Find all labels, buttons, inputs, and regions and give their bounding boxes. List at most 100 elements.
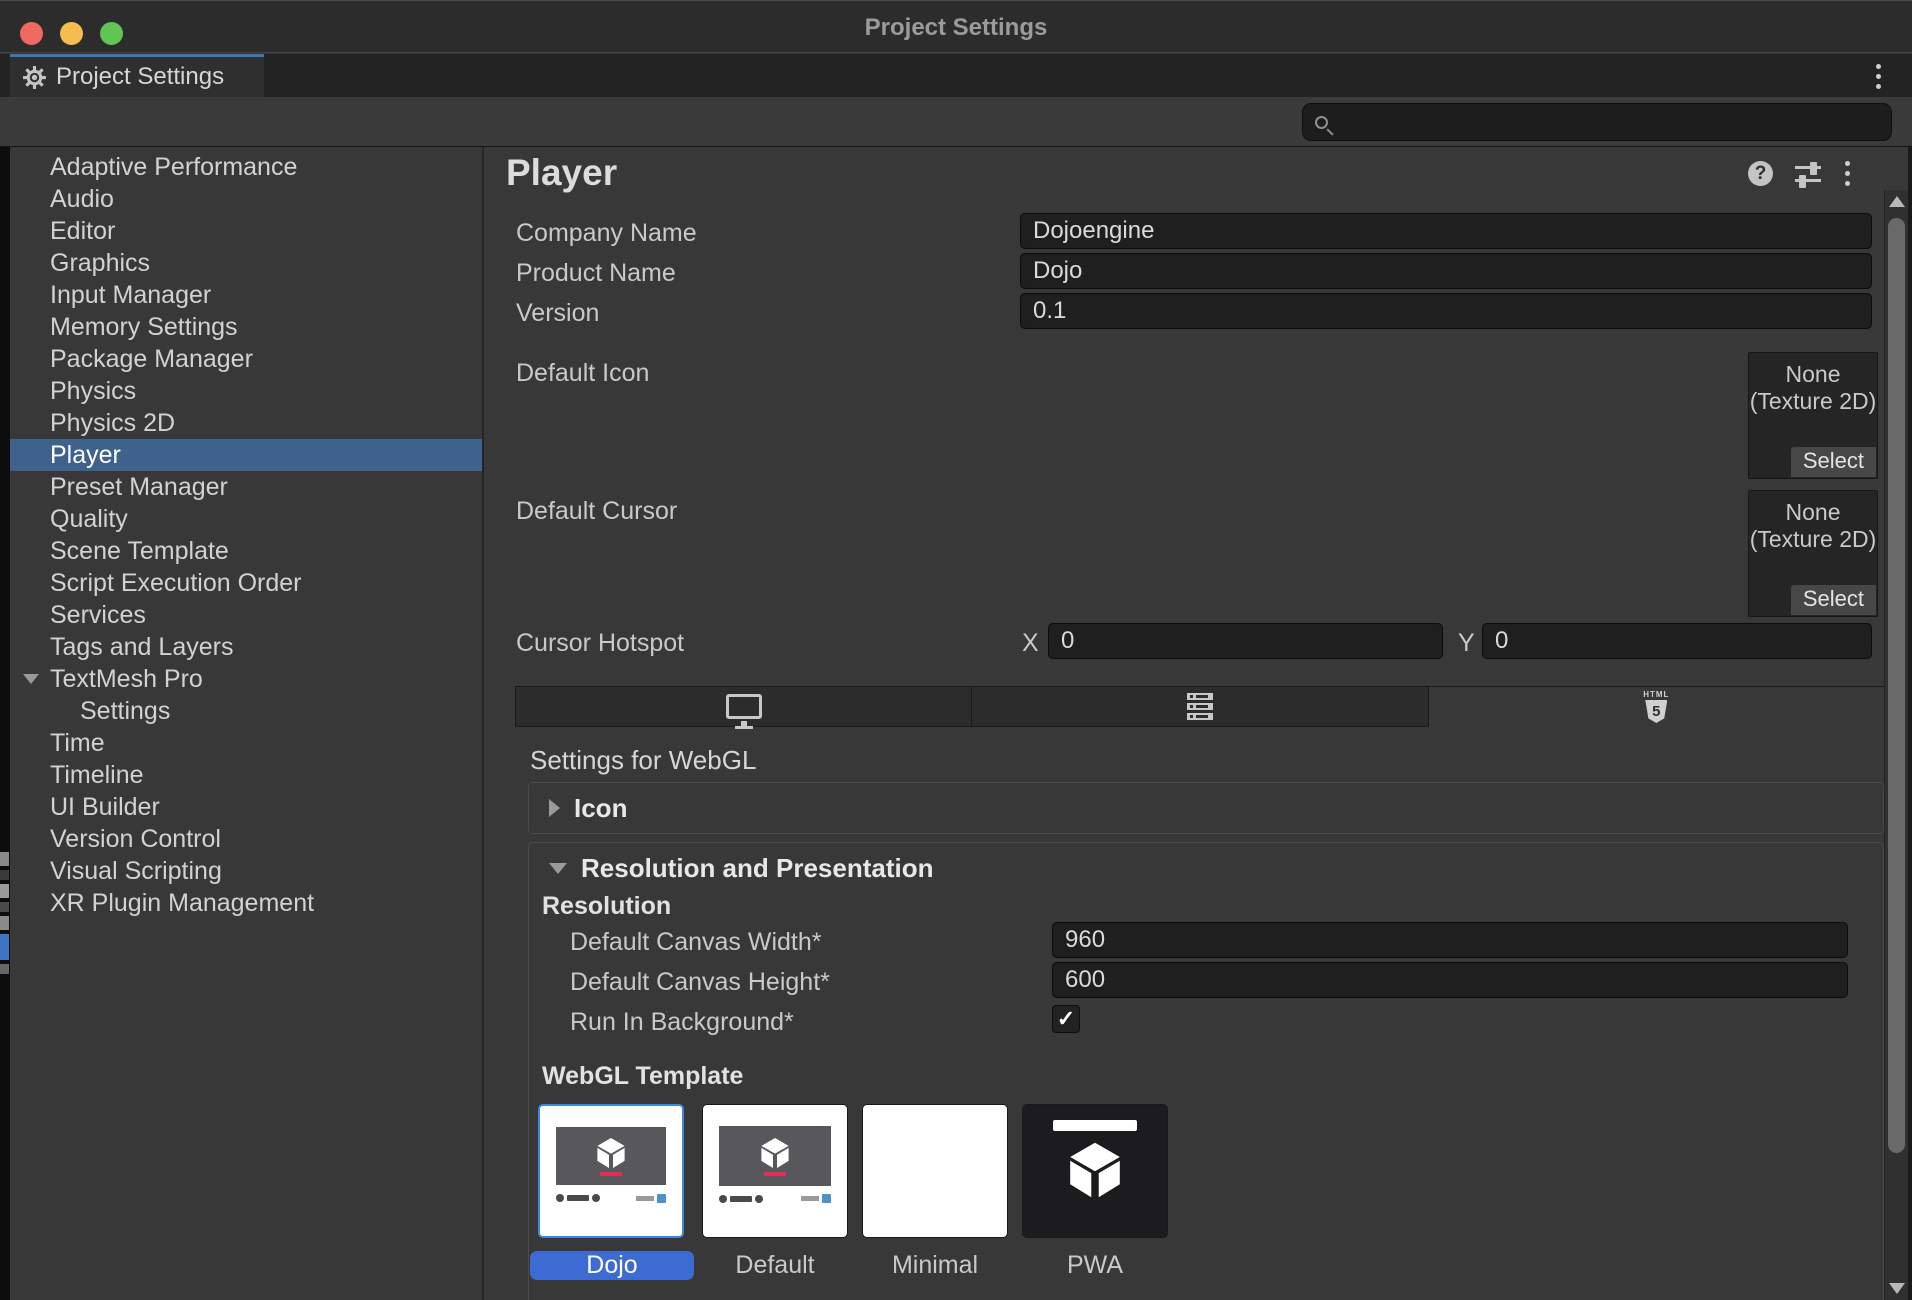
texture-type-text: (Texture 2D)	[1749, 526, 1877, 553]
project-settings-window: Project Settings Project Settings	[0, 0, 1912, 1300]
sidebar-item-visual-scripting[interactable]: Visual Scripting	[10, 855, 482, 887]
canvas-width-input[interactable]	[1052, 922, 1848, 958]
sidebar-item-input-manager[interactable]: Input Manager	[10, 279, 482, 311]
window-left-edge	[0, 147, 10, 1300]
template-label-pwa: PWA	[1013, 1251, 1177, 1280]
cursor-hotspot-label: Cursor Hotspot	[516, 629, 684, 658]
sidebar-item-version-control[interactable]: Version Control	[10, 823, 482, 855]
template-card-minimal[interactable]	[862, 1104, 1008, 1238]
template-card-dojo[interactable]	[538, 1104, 684, 1238]
search-toolbar	[0, 97, 1912, 147]
sidebar-item-scene-template[interactable]: Scene Template	[10, 535, 482, 567]
search-icon	[1315, 116, 1328, 129]
sidebar-item-label: TextMesh Pro	[50, 665, 203, 693]
template-label-default: Default	[693, 1251, 857, 1280]
webgl-template-heading: WebGL Template	[542, 1062, 743, 1091]
canvas-height-label: Default Canvas Height*	[570, 968, 830, 997]
tab-bar: Project Settings	[0, 54, 1912, 97]
search-input[interactable]	[1336, 109, 1856, 135]
hotspot-x-label: X	[1022, 629, 1039, 658]
sidebar-item-package-manager[interactable]: Package Manager	[10, 343, 482, 375]
sidebar-item-ui-builder[interactable]: UI Builder	[10, 791, 482, 823]
sidebar-list: Adaptive Performance Audio Editor Graphi…	[10, 151, 482, 919]
sidebar-item-editor[interactable]: Editor	[10, 215, 482, 247]
texture-none-text: None	[1749, 499, 1877, 526]
template-label-minimal: Minimal	[853, 1251, 1017, 1280]
platform-tab-desktop[interactable]	[515, 686, 972, 727]
product-name-input[interactable]	[1020, 253, 1872, 289]
run-in-background-checkbox[interactable]: ✓	[1052, 1005, 1080, 1033]
vertical-scrollbar[interactable]	[1884, 190, 1908, 1300]
resolution-section-label: Resolution and Presentation	[581, 853, 934, 884]
run-in-background-label: Run In Background*	[570, 1008, 794, 1037]
texture-type-text: (Texture 2D)	[1749, 388, 1877, 415]
default-cursor-texture-well[interactable]: None (Texture 2D) Select	[1748, 490, 1878, 617]
sidebar-item-memory-settings[interactable]: Memory Settings	[10, 311, 482, 343]
sidebar-item-script-execution-order[interactable]: Script Execution Order	[10, 567, 482, 599]
hotspot-y-input[interactable]	[1482, 623, 1872, 659]
titlebar: Project Settings	[0, 0, 1912, 53]
default-icon-select-button[interactable]: Select	[1791, 447, 1876, 477]
template-label-dojo[interactable]: Dojo	[530, 1251, 694, 1280]
sidebar-item-graphics[interactable]: Graphics	[10, 247, 482, 279]
sidebar-item-audio[interactable]: Audio	[10, 183, 482, 215]
settings-for-webgl-heading: Settings for WebGL	[530, 745, 756, 776]
template-preview-logos	[719, 1192, 831, 1205]
html5-icon: HTML 5	[1643, 691, 1669, 723]
pwa-titlebar-shape	[1053, 1120, 1137, 1131]
template-preview-logos	[556, 1192, 667, 1205]
scroll-down-arrow-icon[interactable]	[1889, 1283, 1905, 1294]
sidebar-item-xr-plugin-management[interactable]: XR Plugin Management	[10, 887, 482, 919]
tab-project-settings[interactable]: Project Settings	[10, 54, 264, 97]
hotspot-y-label: Y	[1458, 629, 1475, 658]
sidebar-item-time[interactable]: Time	[10, 727, 482, 759]
icon-foldout-header[interactable]: Icon	[529, 783, 1883, 833]
help-icon[interactable]: ?	[1748, 161, 1773, 186]
default-icon-label: Default Icon	[516, 359, 649, 388]
sidebar-item-quality[interactable]: Quality	[10, 503, 482, 535]
scrollbar-thumb[interactable]	[1888, 218, 1905, 1153]
default-icon-texture-well[interactable]: None (Texture 2D) Select	[1748, 352, 1878, 479]
platform-tab-dedicated-server[interactable]	[972, 686, 1428, 727]
sidebar-item-textmesh-pro[interactable]: TextMesh Pro	[10, 663, 482, 695]
resolution-heading: Resolution	[542, 892, 671, 921]
sidebar-item-physics[interactable]: Physics	[10, 375, 482, 407]
presets-sliders-icon[interactable]	[1795, 162, 1821, 186]
sidebar-item-timeline[interactable]: Timeline	[10, 759, 482, 791]
sidebar-item-textmesh-settings[interactable]: Settings	[10, 695, 482, 727]
canvas-height-input[interactable]	[1052, 962, 1848, 998]
tab-menu-kebab-icon[interactable]	[1868, 61, 1888, 91]
monitor-icon	[726, 694, 762, 719]
platform-tab-strip: HTML 5	[515, 686, 1885, 727]
tab-label: Project Settings	[56, 63, 224, 91]
gear-icon	[22, 65, 47, 90]
platform-tab-webgl[interactable]: HTML 5	[1429, 686, 1885, 727]
more-options-kebab-icon[interactable]	[1843, 159, 1852, 188]
hotspot-x-input[interactable]	[1048, 623, 1443, 659]
header-icons: ?	[1748, 159, 1852, 188]
canvas-width-label: Default Canvas Width*	[570, 928, 822, 957]
window-right-edge	[1908, 147, 1912, 1300]
page-title: Player	[506, 152, 617, 194]
resolution-foldout-header[interactable]: Resolution and Presentation	[529, 843, 1883, 893]
server-icon	[1187, 693, 1213, 720]
company-name-input[interactable]	[1020, 213, 1872, 249]
sidebar-item-player[interactable]: Player	[10, 439, 482, 471]
foldout-open-icon[interactable]	[23, 674, 39, 684]
version-input[interactable]	[1020, 293, 1872, 329]
search-field[interactable]	[1302, 103, 1892, 141]
chevron-down-icon	[549, 863, 567, 874]
template-card-pwa[interactable]	[1022, 1104, 1168, 1238]
sidebar-item-preset-manager[interactable]: Preset Manager	[10, 471, 482, 503]
default-cursor-select-button[interactable]: Select	[1791, 585, 1876, 615]
template-card-default[interactable]	[702, 1104, 848, 1238]
texture-none-text: None	[1749, 361, 1877, 388]
sidebar-item-tags-and-layers[interactable]: Tags and Layers	[10, 631, 482, 663]
version-label: Version	[516, 299, 599, 328]
chevron-right-icon	[549, 799, 560, 817]
scroll-up-arrow-icon[interactable]	[1889, 196, 1905, 207]
icon-section-label: Icon	[574, 793, 627, 824]
sidebar-item-adaptive-performance[interactable]: Adaptive Performance	[10, 151, 482, 183]
sidebar-item-services[interactable]: Services	[10, 599, 482, 631]
sidebar-item-physics-2d[interactable]: Physics 2D	[10, 407, 482, 439]
